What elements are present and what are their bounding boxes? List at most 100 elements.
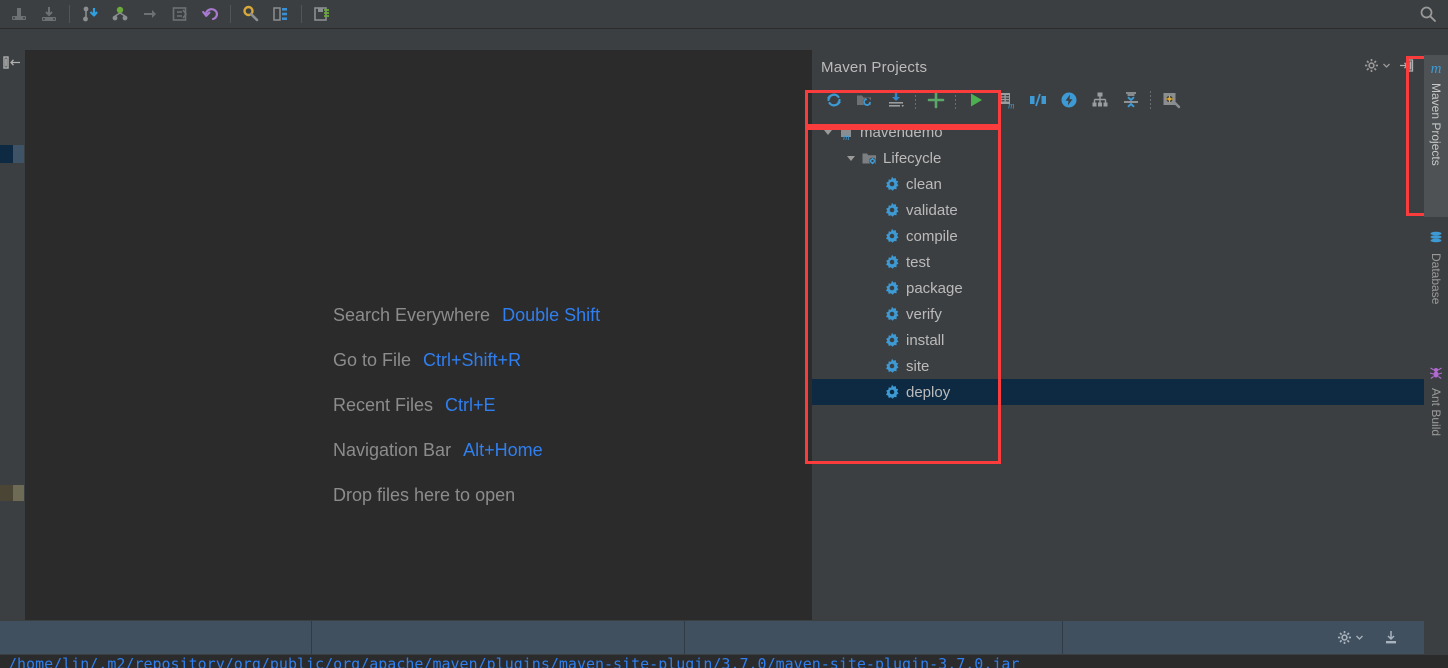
- editor-empty-area[interactable]: Search Everywhere Double Shift Go to Fil…: [25, 50, 812, 620]
- tree-label: mavendemo: [860, 123, 943, 141]
- scroll-marker: [13, 145, 24, 163]
- maven-settings-icon[interactable]: [1155, 86, 1186, 114]
- tree-label: deploy: [906, 383, 951, 401]
- goal-gear-icon: [882, 358, 902, 374]
- tree-label: validate: [906, 201, 958, 219]
- ant-icon: [1429, 366, 1443, 383]
- search-icon[interactable]: [1416, 2, 1440, 26]
- bottom-tool-panel: [0, 620, 1424, 655]
- maven-project-icon: m: [836, 124, 856, 141]
- tree-row-compile[interactable]: compile: [812, 223, 1424, 249]
- right-tool-window-bar: m Maven Projects Database Ant Build: [1424, 50, 1448, 668]
- show-dependencies-icon[interactable]: [1084, 86, 1115, 114]
- update-project-icon[interactable]: [75, 1, 105, 27]
- bottom-settings-gear-button[interactable]: [1337, 630, 1364, 645]
- tree-label: package: [906, 279, 963, 297]
- toggle-offline-icon[interactable]: [1053, 86, 1084, 114]
- tree-row-install[interactable]: install: [812, 327, 1424, 353]
- console-output-text: /home/lin/.m2/repository/org/public/org/…: [8, 655, 1020, 668]
- toolbar-separator: [230, 5, 231, 23]
- compile-icon[interactable]: [165, 1, 195, 27]
- maven-project-tree[interactable]: m mavendemo Lifecycle clean validate com…: [812, 116, 1424, 620]
- tree-row-package[interactable]: package: [812, 275, 1424, 301]
- console-output-strip[interactable]: /home/lin/.m2/repository/org/public/org/…: [0, 655, 1448, 668]
- tree-row-validate[interactable]: validate: [812, 197, 1424, 223]
- tip-shortcut: Ctrl+Shift+R: [423, 350, 522, 370]
- chevron-down-icon[interactable]: [820, 127, 836, 137]
- sidebar-item-label: Maven Projects: [1429, 83, 1443, 166]
- maven-panel-header: Maven Projects: [812, 50, 1424, 84]
- panel-divider: [311, 621, 312, 654]
- svg-text:m: m: [843, 132, 850, 141]
- reimport-icon[interactable]: [818, 86, 849, 114]
- chevron-down-icon[interactable]: [843, 153, 859, 163]
- gear-icon: [1338, 631, 1351, 644]
- save-green-icon[interactable]: [307, 1, 337, 27]
- tree-label: test: [906, 253, 931, 271]
- settings-wrench-icon[interactable]: [236, 1, 266, 27]
- tree-row-clean[interactable]: clean: [812, 171, 1424, 197]
- toolbar-separator: [69, 5, 70, 23]
- maven-toolbar-separator: [915, 91, 916, 109]
- tree-label: site: [906, 357, 930, 375]
- tip-shortcut: Double Shift: [502, 305, 601, 325]
- tip-shortcut: Ctrl+E: [445, 395, 496, 415]
- download-sources-icon[interactable]: [880, 86, 911, 114]
- collapse-all-icon[interactable]: [1115, 86, 1146, 114]
- tip-shortcut: Alt+Home: [463, 440, 543, 460]
- tip-row-drop-files: Drop files here to open: [333, 485, 803, 506]
- tree-row-site[interactable]: site: [812, 353, 1424, 379]
- ide-window: Search Everywhere Double Shift Go to Fil…: [0, 0, 1448, 668]
- tree-label: verify: [906, 305, 942, 323]
- sidebar-item-maven-projects[interactable]: m Maven Projects: [1424, 55, 1448, 217]
- toolbar-spacer: [0, 29, 1448, 50]
- project-structure-icon[interactable]: [266, 1, 296, 27]
- save-all-icon[interactable]: [34, 1, 64, 27]
- chevron-down-icon: [1356, 635, 1363, 640]
- tip-label: Recent Files: [333, 395, 434, 415]
- scroll-marker: [0, 145, 13, 163]
- hide-left-panel-icon[interactable]: [3, 55, 23, 71]
- run-maven-build-icon[interactable]: [960, 86, 991, 114]
- toolbar-icon-group: [0, 1, 337, 27]
- maven-toolbar: m: [812, 84, 1424, 116]
- gear-icon: [1365, 59, 1378, 72]
- goal-gear-icon: [882, 384, 902, 400]
- forward-icon[interactable]: [135, 1, 165, 27]
- toolbar-separator: [301, 5, 302, 23]
- hide-maven-panel-icon[interactable]: [1398, 58, 1414, 78]
- bottom-panel-body[interactable]: [0, 621, 1424, 654]
- goal-gear-icon: [882, 228, 902, 244]
- database-icon: [1429, 231, 1443, 248]
- goal-gear-icon: [882, 306, 902, 322]
- sidebar-item-database[interactable]: Database: [1424, 225, 1448, 353]
- tip-row: Search Everywhere Double Shift: [333, 305, 803, 326]
- goal-gear-icon: [882, 202, 902, 218]
- tip-label: Drop files here to open: [333, 485, 516, 505]
- tree-row-verify[interactable]: verify: [812, 301, 1424, 327]
- add-maven-project-icon[interactable]: [920, 86, 951, 114]
- svg-text:m: m: [1008, 101, 1015, 111]
- tip-label: Search Everywhere: [333, 305, 491, 325]
- tree-row-lifecycle[interactable]: Lifecycle: [812, 145, 1424, 171]
- maven-panel-title: Maven Projects: [821, 58, 928, 76]
- open-project-icon[interactable]: [4, 1, 34, 27]
- undo-icon[interactable]: [195, 1, 225, 27]
- commit-icon[interactable]: [105, 1, 135, 27]
- sidebar-item-ant-build[interactable]: Ant Build: [1424, 360, 1448, 475]
- tree-row-test[interactable]: test: [812, 249, 1424, 275]
- hide-bottom-panel-icon[interactable]: [1383, 630, 1399, 651]
- tip-label: Go to File: [333, 350, 412, 370]
- execute-goal-icon[interactable]: m: [991, 86, 1022, 114]
- tree-row-mavendemo[interactable]: m mavendemo: [812, 119, 1424, 145]
- tree-label: Lifecycle: [883, 149, 942, 167]
- maven-toolbar-separator: [1150, 91, 1151, 109]
- toggle-skip-tests-icon[interactable]: [1022, 86, 1053, 114]
- panel-divider: [684, 621, 685, 654]
- maven-settings-gear-button[interactable]: [1364, 58, 1391, 73]
- tree-row-deploy[interactable]: deploy: [812, 379, 1424, 405]
- goal-gear-icon: [882, 254, 902, 270]
- scroll-marker: [0, 485, 13, 501]
- maven-m-icon: m: [1430, 61, 1442, 77]
- generate-sources-icon[interactable]: [849, 86, 880, 114]
